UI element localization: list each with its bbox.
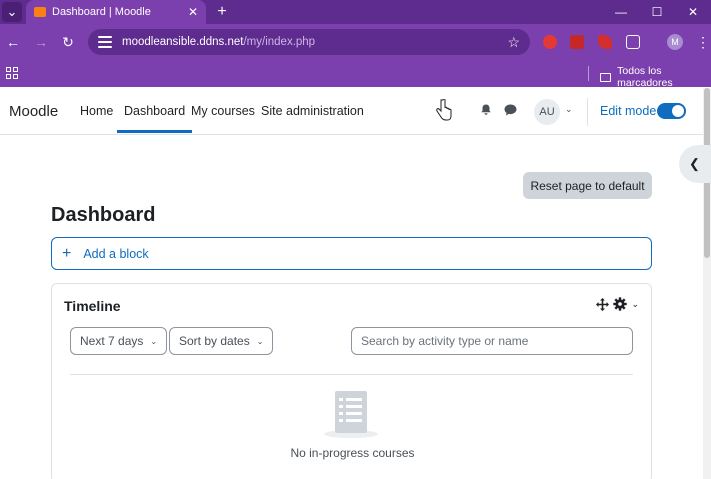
all-bookmarks-label: Todos los marcadores [617, 65, 673, 89]
tab-title: Dashboard | Moodle [52, 6, 151, 18]
chevron-left-icon: ❮ [689, 156, 700, 171]
sort-value: Sort by dates [179, 334, 250, 348]
new-tab-icon[interactable]: + [212, 2, 232, 22]
nav-home[interactable]: Home [80, 104, 113, 118]
nav-dashboard[interactable]: Dashboard [117, 104, 193, 133]
tab-close-icon[interactable]: ✕ [188, 5, 198, 19]
notifications-bell-icon[interactable] [480, 104, 492, 116]
add-block-button[interactable]: + Add a block [51, 237, 652, 270]
close-window-icon[interactable]: ✕ [675, 0, 711, 24]
tab-search-chevron-icon[interactable]: ⌄ [2, 2, 22, 22]
day-filter-value: Next 7 days [80, 334, 144, 348]
chevron-down-icon: ⌄ [150, 336, 158, 346]
user-avatar[interactable]: AU [534, 99, 560, 125]
extension-red-icon[interactable] [543, 35, 557, 49]
window-controls: — ☐ ✕ [603, 0, 711, 24]
reset-page-button[interactable]: Reset page to default [523, 172, 652, 199]
user-menu-caret-icon[interactable]: ⌄ [565, 104, 573, 115]
site-info-icon[interactable] [98, 36, 112, 48]
page-title: Dashboard [51, 204, 156, 226]
browser-tabstrip: ⌄ Dashboard | Moodle ✕ + — ☐ ✕ [0, 0, 711, 24]
add-block-label: Add a block [83, 246, 149, 261]
chevron-down-icon[interactable]: ⌄ [631, 299, 639, 310]
address-bar[interactable]: moodleansible.ddns.net/my/index.php ☆ [88, 29, 530, 55]
edit-mode-label: Edit mode [600, 104, 657, 118]
timeline-search-input[interactable] [351, 327, 633, 355]
browser-menu-icon[interactable]: ⋮ [696, 34, 710, 51]
block-actions: ⌄ [596, 297, 639, 311]
edit-mode-toggle[interactable] [657, 103, 686, 119]
url-host: moodleansible.ddns.net [122, 36, 244, 48]
timeline-block: Timeline ⌄ Next 7 days ⌄ Sort by dates ⌄… [51, 283, 652, 479]
bookmarks-bar: Todos los marcadores [0, 60, 711, 89]
messages-chat-icon[interactable] [504, 104, 517, 116]
browser-tab[interactable]: Dashboard | Moodle ✕ [26, 0, 206, 24]
empty-courses-illustration-icon [324, 391, 378, 438]
bookmarks-separator [588, 66, 589, 81]
extensions-puzzle-icon[interactable] [626, 35, 640, 49]
navbar-divider [587, 98, 588, 126]
minimize-icon[interactable]: — [603, 0, 639, 24]
folder-icon [600, 72, 612, 82]
apps-grid-icon[interactable] [6, 67, 18, 79]
browser-profile-avatar[interactable]: M [667, 34, 683, 50]
timeline-divider [70, 374, 633, 375]
hand-cursor-icon [436, 99, 452, 121]
maximize-icon[interactable]: ☐ [639, 0, 675, 24]
moodle-favicon-icon [34, 7, 46, 17]
chevron-down-icon: ⌄ [256, 336, 264, 346]
browser-toolbar: ← → ↻ moodleansible.ddns.net/my/index.ph… [0, 24, 711, 60]
gear-icon[interactable] [613, 297, 628, 311]
url-path: /my/index.php [243, 36, 316, 48]
all-bookmarks-folder[interactable]: Todos los marcadores [600, 65, 711, 89]
open-block-drawer-button[interactable]: ❮ [679, 145, 711, 183]
reload-icon[interactable]: ↻ [58, 32, 78, 52]
bookmark-star-icon[interactable]: ☆ [507, 34, 520, 51]
nav-my-courses[interactable]: My courses [191, 104, 255, 118]
timeline-sort-select[interactable]: Sort by dates ⌄ [169, 327, 274, 355]
extension-mega-icon[interactable] [570, 35, 584, 49]
back-icon[interactable]: ← [3, 32, 23, 52]
empty-state-message: No in-progress courses [290, 446, 415, 460]
move-block-icon[interactable] [596, 297, 610, 311]
extension-tp-icon[interactable] [598, 35, 612, 49]
timeline-title: Timeline [64, 298, 121, 314]
site-brand[interactable]: Moodle [9, 103, 58, 120]
timeline-day-filter[interactable]: Next 7 days ⌄ [70, 327, 168, 355]
plus-icon: + [62, 244, 72, 262]
forward-icon[interactable]: → [31, 32, 51, 52]
nav-site-administration[interactable]: Site administration [261, 104, 364, 118]
